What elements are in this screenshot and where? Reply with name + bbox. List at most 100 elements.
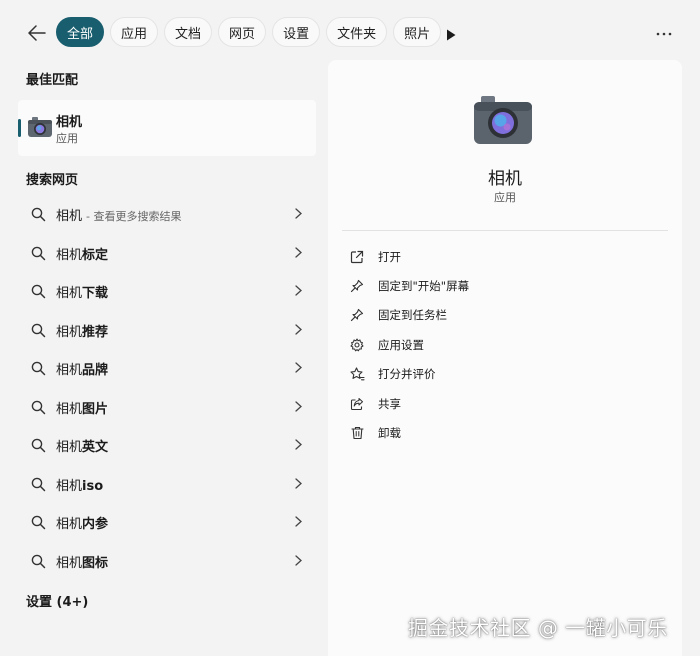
web-result-item[interactable]: 相机图片 xyxy=(24,392,308,422)
result-prefix: 相机 xyxy=(56,401,83,417)
tab-photos[interactable]: 照片 xyxy=(393,17,442,47)
best-match-item[interactable]: 相机 应用 xyxy=(18,100,316,156)
pin-to-start-action[interactable]: 固定到"开始"屏幕 xyxy=(348,275,469,297)
search-web-heading: 搜索网页 xyxy=(26,173,79,188)
search-icon xyxy=(28,397,48,417)
chevron-right-icon xyxy=(295,362,302,373)
open-external-icon xyxy=(348,248,366,266)
result-suffix: 内参 xyxy=(82,516,109,532)
best-match-name: 相机 xyxy=(56,115,83,130)
share-action[interactable]: 共享 xyxy=(348,393,401,415)
tab-apps[interactable]: 应用 xyxy=(110,17,159,47)
app-detail-panel: 相机 应用 打开 固定到"开始"屏幕 固定到任务栏 应用设置 打分并评价 共享 … xyxy=(328,60,682,656)
search-icon xyxy=(28,358,48,378)
result-prefix: 相机 xyxy=(56,324,83,340)
filter-bar: 全部 应用 文档 网页 设置 文件夹 照片 xyxy=(0,0,700,62)
selection-indicator xyxy=(18,119,21,137)
gear-icon xyxy=(348,336,366,354)
chevron-right-icon xyxy=(295,247,302,258)
chevron-right-icon xyxy=(295,401,302,412)
result-subtext: - 查看更多搜索结果 xyxy=(86,209,182,223)
tab-settings[interactable]: 设置 xyxy=(272,17,321,47)
app-settings-action[interactable]: 应用设置 xyxy=(348,334,424,356)
settings-heading[interactable]: 设置 (4+) xyxy=(26,591,88,610)
open-action[interactable]: 打开 xyxy=(348,246,401,268)
chevron-right-icon xyxy=(295,439,302,450)
more-tabs-button[interactable] xyxy=(446,26,456,45)
action-label: 打开 xyxy=(378,250,401,264)
web-result-item[interactable]: 相机 - 查看更多搜索结果 xyxy=(24,199,308,229)
ellipsis-icon xyxy=(656,32,672,36)
uninstall-action[interactable]: 卸载 xyxy=(348,422,401,444)
search-icon xyxy=(28,512,48,532)
result-prefix: 相机 xyxy=(56,439,83,455)
app-title: 相机 xyxy=(488,169,522,189)
watermark: 掘金技术社区 @ 一罐小可乐 xyxy=(408,616,668,640)
web-result-item[interactable]: 相机下载 xyxy=(24,276,308,306)
search-icon xyxy=(28,551,48,571)
tab-web[interactable]: 网页 xyxy=(218,17,267,47)
result-prefix: 相机 xyxy=(56,208,83,224)
result-prefix: 相机 xyxy=(56,285,83,301)
web-result-item[interactable]: 相机图标 xyxy=(24,546,308,576)
chevron-right-icon xyxy=(295,555,302,566)
camera-icon xyxy=(472,94,534,150)
action-label: 固定到"开始"屏幕 xyxy=(378,279,470,293)
action-label: 应用设置 xyxy=(378,338,424,352)
pin-icon xyxy=(348,306,366,324)
search-icon xyxy=(28,474,48,494)
result-prefix: 相机 xyxy=(56,362,83,378)
web-result-item[interactable]: 相机品牌 xyxy=(24,353,308,383)
web-result-item[interactable]: 相机推荐 xyxy=(24,315,308,345)
result-prefix: 相机 xyxy=(56,478,83,494)
web-result-item[interactable]: 相机英文 xyxy=(24,430,308,460)
web-result-item[interactable]: 相机标定 xyxy=(24,238,308,268)
search-icon xyxy=(28,281,48,301)
tab-all[interactable]: 全部 xyxy=(56,17,105,47)
app-type: 应用 xyxy=(494,191,516,204)
action-label: 打分并评价 xyxy=(378,367,436,381)
best-match-type: 应用 xyxy=(56,132,78,145)
action-label: 固定到任务栏 xyxy=(378,308,447,322)
filter-tabs: 全部 应用 文档 网页 设置 文件夹 照片 xyxy=(56,17,442,47)
play-icon xyxy=(447,29,456,41)
result-suffix: 下载 xyxy=(82,285,109,301)
best-match-heading: 最佳匹配 xyxy=(26,73,79,88)
result-suffix: 图片 xyxy=(82,401,109,417)
result-suffix: 品牌 xyxy=(82,362,109,378)
web-result-item[interactable]: 相机iso xyxy=(24,469,308,499)
pin-icon xyxy=(348,277,366,295)
chevron-right-icon xyxy=(295,208,302,219)
search-icon xyxy=(28,435,48,455)
search-icon xyxy=(28,320,48,340)
result-suffix: iso xyxy=(82,478,104,494)
pin-to-taskbar-action[interactable]: 固定到任务栏 xyxy=(348,304,447,326)
arrow-left-icon xyxy=(28,25,46,41)
tab-folders[interactable]: 文件夹 xyxy=(326,17,388,47)
share-icon xyxy=(348,395,366,413)
divider xyxy=(342,230,668,231)
result-prefix: 相机 xyxy=(56,247,83,263)
back-button[interactable] xyxy=(24,20,50,46)
result-suffix: 推荐 xyxy=(82,324,109,340)
action-label: 卸载 xyxy=(378,426,401,440)
chevron-right-icon xyxy=(295,285,302,296)
action-label: 共享 xyxy=(378,397,401,411)
result-suffix: 标定 xyxy=(82,247,109,263)
search-icon xyxy=(28,243,48,263)
result-suffix: 图标 xyxy=(82,555,109,571)
trash-icon xyxy=(348,424,366,442)
result-suffix: 英文 xyxy=(82,439,109,455)
star-rate-icon xyxy=(348,365,366,383)
result-prefix: 相机 xyxy=(56,555,83,571)
tab-documents[interactable]: 文档 xyxy=(164,17,213,47)
search-icon xyxy=(28,204,48,224)
chevron-right-icon xyxy=(295,516,302,527)
rate-review-action[interactable]: 打分并评价 xyxy=(348,363,436,385)
chevron-right-icon xyxy=(295,324,302,335)
more-options-button[interactable] xyxy=(656,22,676,42)
result-prefix: 相机 xyxy=(56,516,83,532)
chevron-right-icon xyxy=(295,478,302,489)
web-result-item[interactable]: 相机内参 xyxy=(24,507,308,537)
camera-icon xyxy=(28,116,52,142)
